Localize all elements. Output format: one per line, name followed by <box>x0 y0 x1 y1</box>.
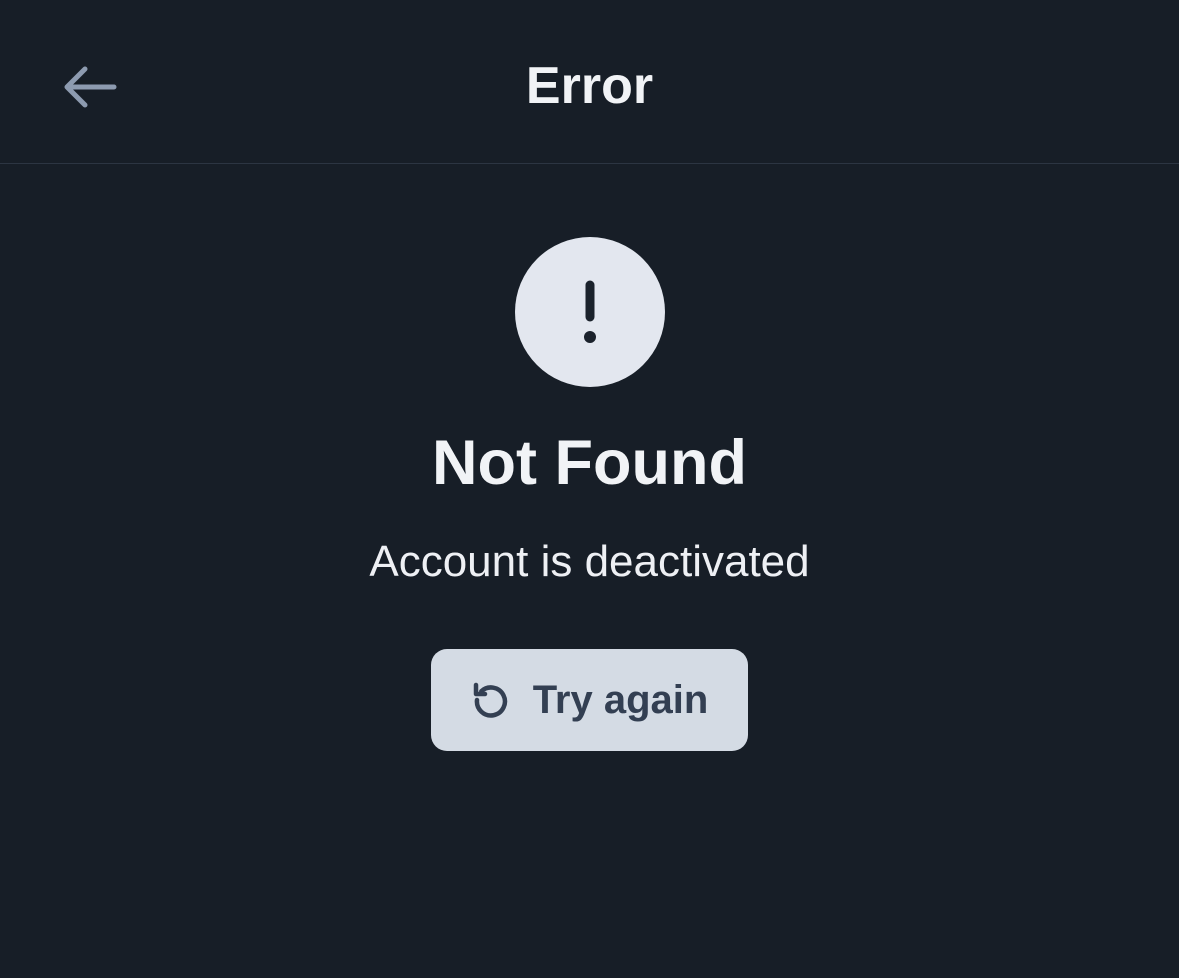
page-title: Error <box>525 57 654 115</box>
alert-badge <box>515 237 665 387</box>
error-message: Account is deactivated <box>369 537 810 586</box>
error-heading: Not Found <box>432 428 747 498</box>
try-again-label: Try again <box>532 678 709 722</box>
top-bar: Error <box>0 0 1179 164</box>
try-again-button[interactable]: Try again <box>431 649 748 751</box>
exclamation-icon <box>584 280 596 343</box>
refresh-icon <box>471 680 511 720</box>
error-screen: Error Not Found Account is deactivated T… <box>0 0 1179 978</box>
